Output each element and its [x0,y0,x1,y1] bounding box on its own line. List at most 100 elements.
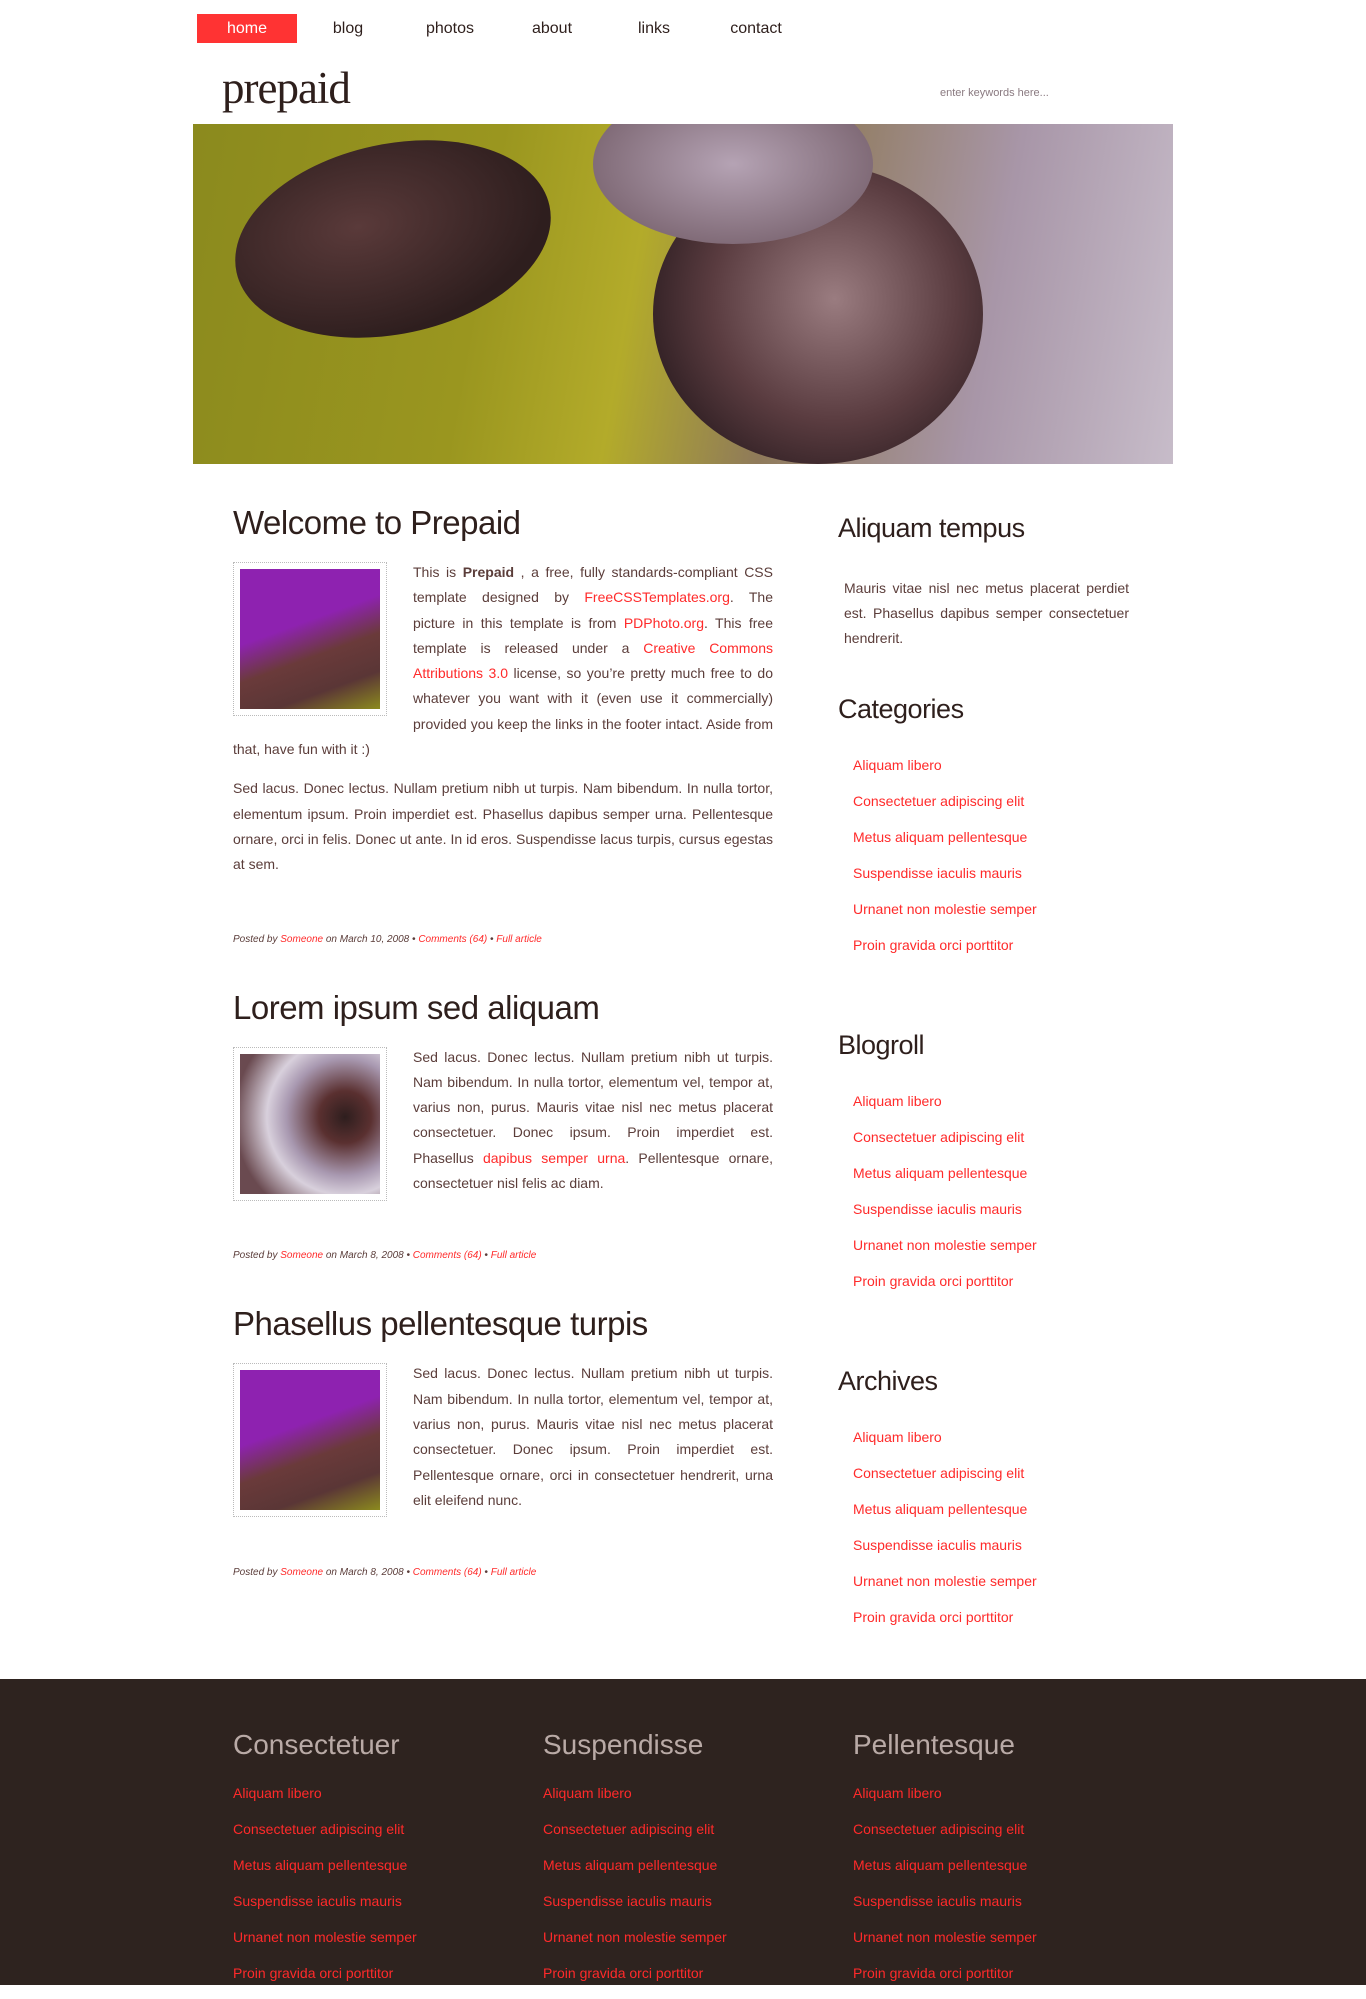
list-item: Urnanet non molestie semper [853,1927,1143,1963]
post-meta: Posted by Someone on March 8, 2008 • Com… [233,1567,537,1579]
nav-blog[interactable]: blog [297,14,399,43]
footer-link[interactable]: Urnanet non molestie semper [233,1929,417,1945]
full-article-link[interactable]: Full article [491,1250,537,1261]
list-item: Metus aliquam pellentesque [853,1855,1143,1891]
white-flower-image [240,1053,380,1194]
sidebar-link[interactable]: Urnanet non molestie semper [853,1573,1037,1589]
sidebar-link[interactable]: Proin gravida orci porttitor [853,937,1013,953]
inline-link[interactable]: FreeCSSTemplates.org [584,589,730,605]
search-input[interactable] [940,84,1100,102]
list-item: Suspendisse iaculis mauris [853,1199,1135,1235]
post-body: Sed lacus. Donec lectus. Nullam pretium … [233,1361,773,1518]
author-link[interactable]: Someone [280,1567,323,1578]
footer-link[interactable]: Metus aliquam pellentesque [853,1857,1027,1873]
footer-link[interactable]: Suspendisse iaculis mauris [853,1893,1022,1909]
footer-link[interactable]: Urnanet non molestie semper [853,1929,1037,1945]
list-item: Urnanet non molestie semper [543,1927,833,1963]
list-item: Consectetuer adipiscing elit [853,1463,1135,1499]
nav-about[interactable]: about [501,14,603,43]
sidebar-link[interactable]: Proin gravida orci porttitor [853,1609,1013,1625]
footer-link[interactable]: Aliquam libero [543,1785,632,1801]
full-article-link[interactable]: Full article [496,934,542,945]
sidebar-link[interactable]: Consectetuer adipiscing elit [853,1465,1024,1481]
full-article-link[interactable]: Full article [491,1567,537,1578]
text: Sed lacus. Donec lectus. Nullam pretium … [413,1365,773,1508]
sidebar-link[interactable]: Urnanet non molestie semper [853,1237,1037,1253]
list-item: Suspendisse iaculis mauris [853,863,1135,899]
list-item: Consectetuer adipiscing elit [853,1127,1135,1163]
post-title[interactable]: Welcome to Prepaid [233,500,773,546]
comments-link[interactable]: Comments (64) [413,1250,482,1261]
sidebar-link[interactable]: Suspendisse iaculis mauris [853,1537,1022,1553]
list-item: Suspendisse iaculis mauris [543,1891,833,1927]
inline-link[interactable]: dapibus semper urna [483,1150,625,1166]
nav-photos[interactable]: photos [399,14,501,43]
list-item: Urnanet non molestie semper [853,1571,1135,1607]
sidebar-link[interactable]: Consectetuer adipiscing elit [853,793,1024,809]
bold-text: Prepaid [462,564,515,580]
post-paragraph: Sed lacus. Donec lectus. Nullam pretium … [233,776,773,877]
nav-contact[interactable]: contact [705,14,807,43]
list-item: Metus aliquam pellentesque [853,1163,1135,1199]
text: Sed lacus. Donec lectus. Nullam pretium … [413,1048,773,1166]
sidebar-link[interactable]: Suspendisse iaculis mauris [853,1201,1022,1217]
footer-link[interactable]: Metus aliquam pellentesque [233,1857,407,1873]
sidebar-link[interactable]: Aliquam libero [853,1093,942,1109]
sidebar-link[interactable]: Proin gravida orci porttitor [853,1273,1013,1289]
author-link[interactable]: Someone [280,934,323,945]
footer-link[interactable]: Proin gravida orci porttitor [543,1965,703,1981]
text: Sed lacus. Donec lectus. Nullam pretium … [233,780,773,873]
footer-link[interactable]: Suspendisse iaculis mauris [543,1893,712,1909]
footer-heading: Consectetuer [233,1729,400,1760]
footer-link[interactable]: Proin gravida orci porttitor [233,1965,393,1981]
post-title[interactable]: Lorem ipsum sed aliquam [233,985,773,1031]
footer-link[interactable]: Aliquam libero [853,1785,942,1801]
sidebar-link[interactable]: Metus aliquam pellentesque [853,1501,1027,1517]
list-item: Consectetuer adipiscing elit [543,1819,833,1855]
author-link[interactable]: Someone [280,1250,323,1261]
nav-home[interactable]: home [197,14,297,43]
list-item: Aliquam libero [233,1783,523,1819]
footer-link[interactable]: Urnanet non molestie semper [543,1929,727,1945]
list-item: Aliquam libero [853,1783,1143,1819]
sidebar-list: Aliquam libero Consectetuer adipiscing el… [838,1409,1135,1689]
post-meta: Posted by Someone on March 10, 2008 • Co… [233,933,542,945]
sidebar-link[interactable]: Aliquam libero [853,1429,942,1445]
posted-by-label: Posted by [233,1567,278,1579]
list-item: Proin gravida orci porttitor [853,1607,1135,1643]
sidebar-link[interactable]: Consectetuer adipiscing elit [853,1129,1024,1145]
main-nav: home blog photos about links contact [197,14,807,43]
footer-link[interactable]: Consectetuer adipiscing elit [543,1821,714,1837]
footer-link[interactable]: Aliquam libero [233,1785,322,1801]
post: Welcome to Prepaid This is Prepaid , a fr… [233,500,773,945]
post-date: on March 10, 2008 [325,933,410,945]
sidebar-link[interactable]: Suspendisse iaculis mauris [853,865,1022,881]
sidebar-about-title: Aliquam tempus [838,513,1025,543]
coin-left [216,124,570,366]
post-title[interactable]: Phasellus pellentesque turpis [233,1301,773,1347]
list-item: Aliquam libero [853,1091,1135,1127]
nav-links[interactable]: links [603,14,705,43]
list-item: Metus aliquam pellentesque [543,1855,833,1891]
list-item: Urnanet non molestie semper [853,1235,1135,1271]
inline-link[interactable]: PDPhoto.org [624,615,704,631]
list-item: Consectetuer adipiscing elit [853,791,1135,827]
sidebar-link[interactable]: Metus aliquam pellentesque [853,829,1027,845]
footer-link[interactable]: Metus aliquam pellentesque [543,1857,717,1873]
footer-link[interactable]: Consectetuer adipiscing elit [233,1821,404,1837]
sidebar: Aliquam tempus Mauris vitae nisl nec met… [838,500,1135,1689]
comments-link[interactable]: Comments (64) [413,1567,482,1578]
footer-link[interactable]: Consectetuer adipiscing elit [853,1821,1024,1837]
sidebar-link[interactable]: Metus aliquam pellentesque [853,1165,1027,1181]
list-item: Proin gravida orci porttitor [853,935,1135,971]
list-item: Aliquam libero [543,1783,833,1819]
comments-link[interactable]: Comments (64) [418,934,487,945]
sidebar-link[interactable]: Aliquam libero [853,757,942,773]
footer-link[interactable]: Suspendisse iaculis mauris [233,1893,402,1909]
footer-heading: Suspendisse [543,1729,704,1760]
site-logo[interactable]: prepaid [222,62,351,114]
sidebar-link[interactable]: Urnanet non molestie semper [853,901,1037,917]
sidebar-lists: Categories Aliquam libero Consectetuer adi… [838,681,1135,1689]
posted-by-label: Posted by [233,1250,278,1262]
footer-link[interactable]: Proin gravida orci porttitor [853,1965,1013,1981]
